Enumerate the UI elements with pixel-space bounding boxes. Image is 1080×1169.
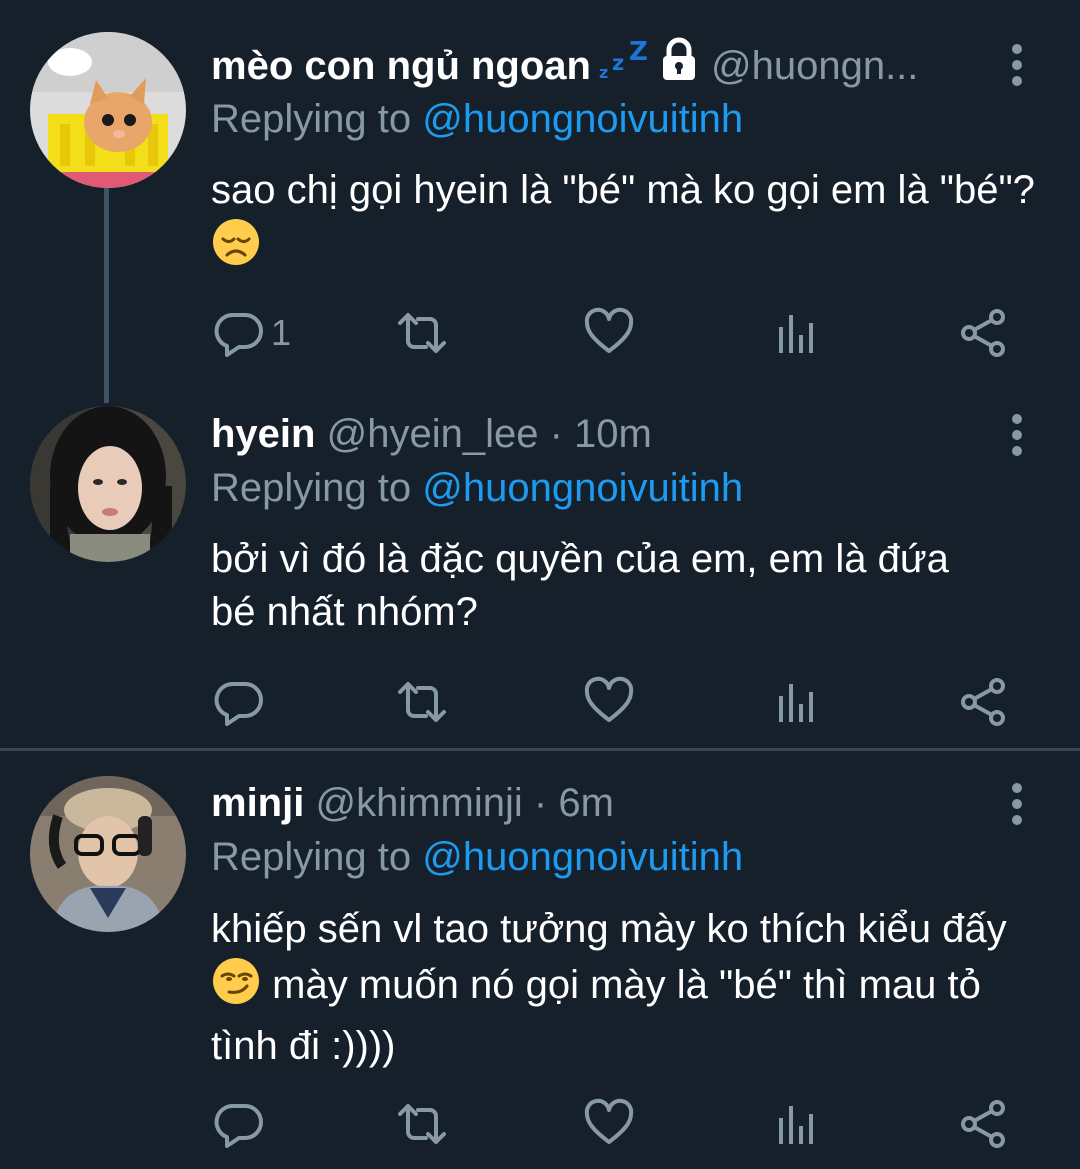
more-options-icon[interactable] [1000,40,1034,90]
tweet-actions [211,672,1031,732]
avatar-minji[interactable] [30,776,186,932]
reply-button[interactable] [211,672,271,732]
svg-text:Z: Z [629,38,648,67]
tweet-text-part: mày muốn nó gọi mày là "bé" thì mau tỏ t… [211,963,981,1068]
tweet-header: mèo con ngủ ngoan z z Z @huongn... [211,36,980,96]
disappointed-face-emoji-icon [211,217,261,281]
timestamp[interactable]: 10m [574,412,652,456]
tweet-text: sao chị gọi hyein là "bé" mà ko gọi em l… [211,164,1051,281]
separator-dot: · [533,781,548,825]
more-options-icon[interactable] [1000,410,1034,460]
avatar-meo-con[interactable] [30,32,186,188]
handle[interactable]: @huongn... [711,44,918,88]
replying-to: Replying to @huongnoivuitinh [211,829,743,885]
tweet-header: hyein @hyein_lee · 10m [211,404,980,464]
handle[interactable]: @khimminji [315,781,522,825]
lock-icon [659,37,699,96]
retweet-icon [398,1104,446,1144]
reply-count: 1 [271,312,292,353]
analytics-button[interactable] [775,303,825,363]
replying-prefix: Replying to [211,466,412,510]
display-name[interactable]: minji [211,781,304,825]
reply-icon [214,1103,263,1148]
share-icon [961,678,1005,726]
mention-link[interactable]: @huongnoivuitinh [422,835,743,879]
display-name[interactable]: hyein [211,412,315,456]
reply-icon [214,681,263,726]
replying-to: Replying to @huongnoivuitinh [211,91,743,147]
zzz-emoji-icon: zzZ [599,37,653,96]
retweet-button[interactable] [394,303,454,363]
thread-line [104,188,109,403]
replying-prefix: Replying to [211,835,412,879]
tweet-text: bởi vì đó là đặc quyền của em, em là đứa… [211,533,1001,639]
tweet-text-part: khiếp sến vl tao tưởng mày ko thích kiểu… [211,907,1007,951]
reply-button[interactable]: 1 [211,303,311,363]
like-button[interactable] [583,303,643,363]
replying-to: Replying to @huongnoivuitinh [211,460,743,516]
analytics-icon [779,315,813,353]
tweet-text: khiếp sến vl tao tưởng mày ko thích kiểu… [211,903,1056,1073]
mention-link[interactable]: @huongnoivuitinh [422,97,743,141]
share-button[interactable] [959,1094,1019,1154]
heart-icon [584,676,634,722]
retweet-icon [398,682,446,722]
tweet-actions: 1 [211,303,1031,363]
replying-prefix: Replying to [211,97,412,141]
analytics-button[interactable] [775,672,825,732]
share-icon [961,1100,1005,1148]
divider [0,748,1080,751]
tweet-header: minji @khimminji · 6m [211,773,980,833]
share-icon [961,309,1005,357]
share-button[interactable] [959,303,1019,363]
display-name[interactable]: mèo con ngủ ngoan [211,44,591,88]
like-button[interactable] [583,1094,643,1154]
svg-text:z: z [612,51,624,75]
smirking-face-emoji-icon [211,956,261,1020]
heart-icon [584,307,634,353]
like-button[interactable] [583,672,643,732]
heart-icon [584,1098,634,1144]
separator-dot: · [549,412,563,456]
timestamp[interactable]: 6m [558,781,614,825]
tweet-text-part: sao chị gọi hyein là "bé" mà ko gọi em l… [211,168,1035,212]
retweet-icon [398,313,446,353]
tweet-actions [211,1094,1031,1154]
analytics-button[interactable] [775,1094,825,1154]
more-options-icon[interactable] [1000,779,1034,829]
analytics-icon [779,684,813,722]
reply-button[interactable] [211,1094,271,1154]
retweet-button[interactable] [394,1094,454,1154]
svg-text:z: z [599,63,608,82]
avatar-hyein[interactable] [30,406,186,562]
retweet-button[interactable] [394,672,454,732]
tweet-text-part: bởi vì đó là đặc quyền của em, em là đứa… [211,537,949,634]
reply-icon [214,312,263,357]
analytics-icon [779,1106,813,1144]
handle[interactable]: @hyein_lee [327,412,539,456]
mention-link[interactable]: @huongnoivuitinh [422,466,743,510]
share-button[interactable] [959,672,1019,732]
